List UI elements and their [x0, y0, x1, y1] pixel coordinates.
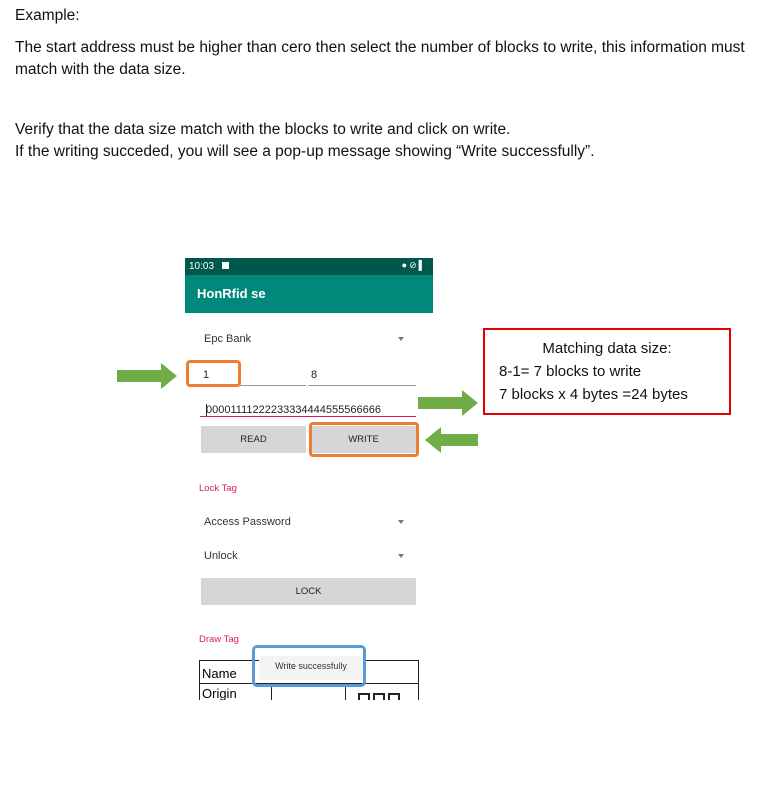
data-field[interactable]: 00001111222233334444555566666: [200, 396, 416, 417]
start-address-highlight: [186, 360, 241, 387]
dropdown-arrow-icon: [398, 520, 404, 524]
tag-block-icon: [388, 693, 400, 700]
status-time: 10:03: [189, 261, 215, 272]
dropdown-arrow-icon: [398, 337, 404, 341]
lock-mode-select-value: Unlock: [204, 550, 238, 562]
status-bar: 10:03 ●⊘▌: [185, 258, 433, 275]
write-button-arrow-icon: [425, 427, 478, 453]
bank-select[interactable]: Epc Bank: [200, 328, 412, 352]
app-title: HonRfid se: [197, 286, 266, 301]
end-block-field[interactable]: 8: [308, 365, 416, 386]
verify-paragraph: Verify that the data size match with the…: [15, 119, 760, 163]
toast-highlight: [252, 645, 366, 687]
write-button-highlight: [309, 422, 419, 457]
phone-screenshot: 10:03 ●⊘▌ HonRfid se Epc Bank 1 8 000011…: [185, 258, 433, 700]
callout-blocks: 8-1= 7 blocks to write: [499, 363, 642, 380]
lock-button[interactable]: LOCK: [201, 578, 416, 605]
example-heading: Example:: [15, 7, 80, 24]
start-address-arrow-icon: [117, 363, 177, 389]
read-button[interactable]: READ: [201, 426, 306, 453]
text-cursor: [206, 404, 207, 416]
lock-tag-label: Lock Tag: [199, 483, 237, 494]
data-size-callout: Matching data size: 8-1= 7 blocks to wri…: [483, 328, 731, 415]
lock-mode-select[interactable]: Unlock: [200, 545, 412, 569]
table-origin-cell: Origin: [202, 686, 237, 700]
verify-line: Verify that the data size match with the…: [15, 121, 511, 138]
tag-block-icon: [373, 693, 385, 700]
data-value: 00001111222233334444555566666: [206, 404, 381, 416]
password-select-value: Access Password: [204, 516, 291, 528]
draw-tag-label: Draw Tag: [199, 634, 239, 645]
app-bar: HonRfid se: [185, 275, 433, 313]
table-name-cell: Name: [202, 666, 237, 681]
password-select[interactable]: Access Password: [200, 511, 412, 535]
end-block-value: 8: [311, 369, 318, 381]
dropdown-arrow-icon: [398, 554, 404, 558]
instruction-paragraph: The start address must be higher than ce…: [15, 39, 745, 78]
image-notification-icon: [222, 262, 229, 269]
bank-select-value: Epc Bank: [204, 333, 252, 345]
callout-bytes: 7 blocks x 4 bytes =24 bytes: [499, 386, 688, 403]
callout-title: Matching data size:: [542, 340, 672, 357]
tag-block-icon: [358, 693, 370, 700]
data-field-arrow-icon: [418, 390, 478, 416]
success-line: If the writing succeded, you will see a …: [15, 143, 595, 160]
status-icons: ●⊘▌: [401, 260, 427, 270]
